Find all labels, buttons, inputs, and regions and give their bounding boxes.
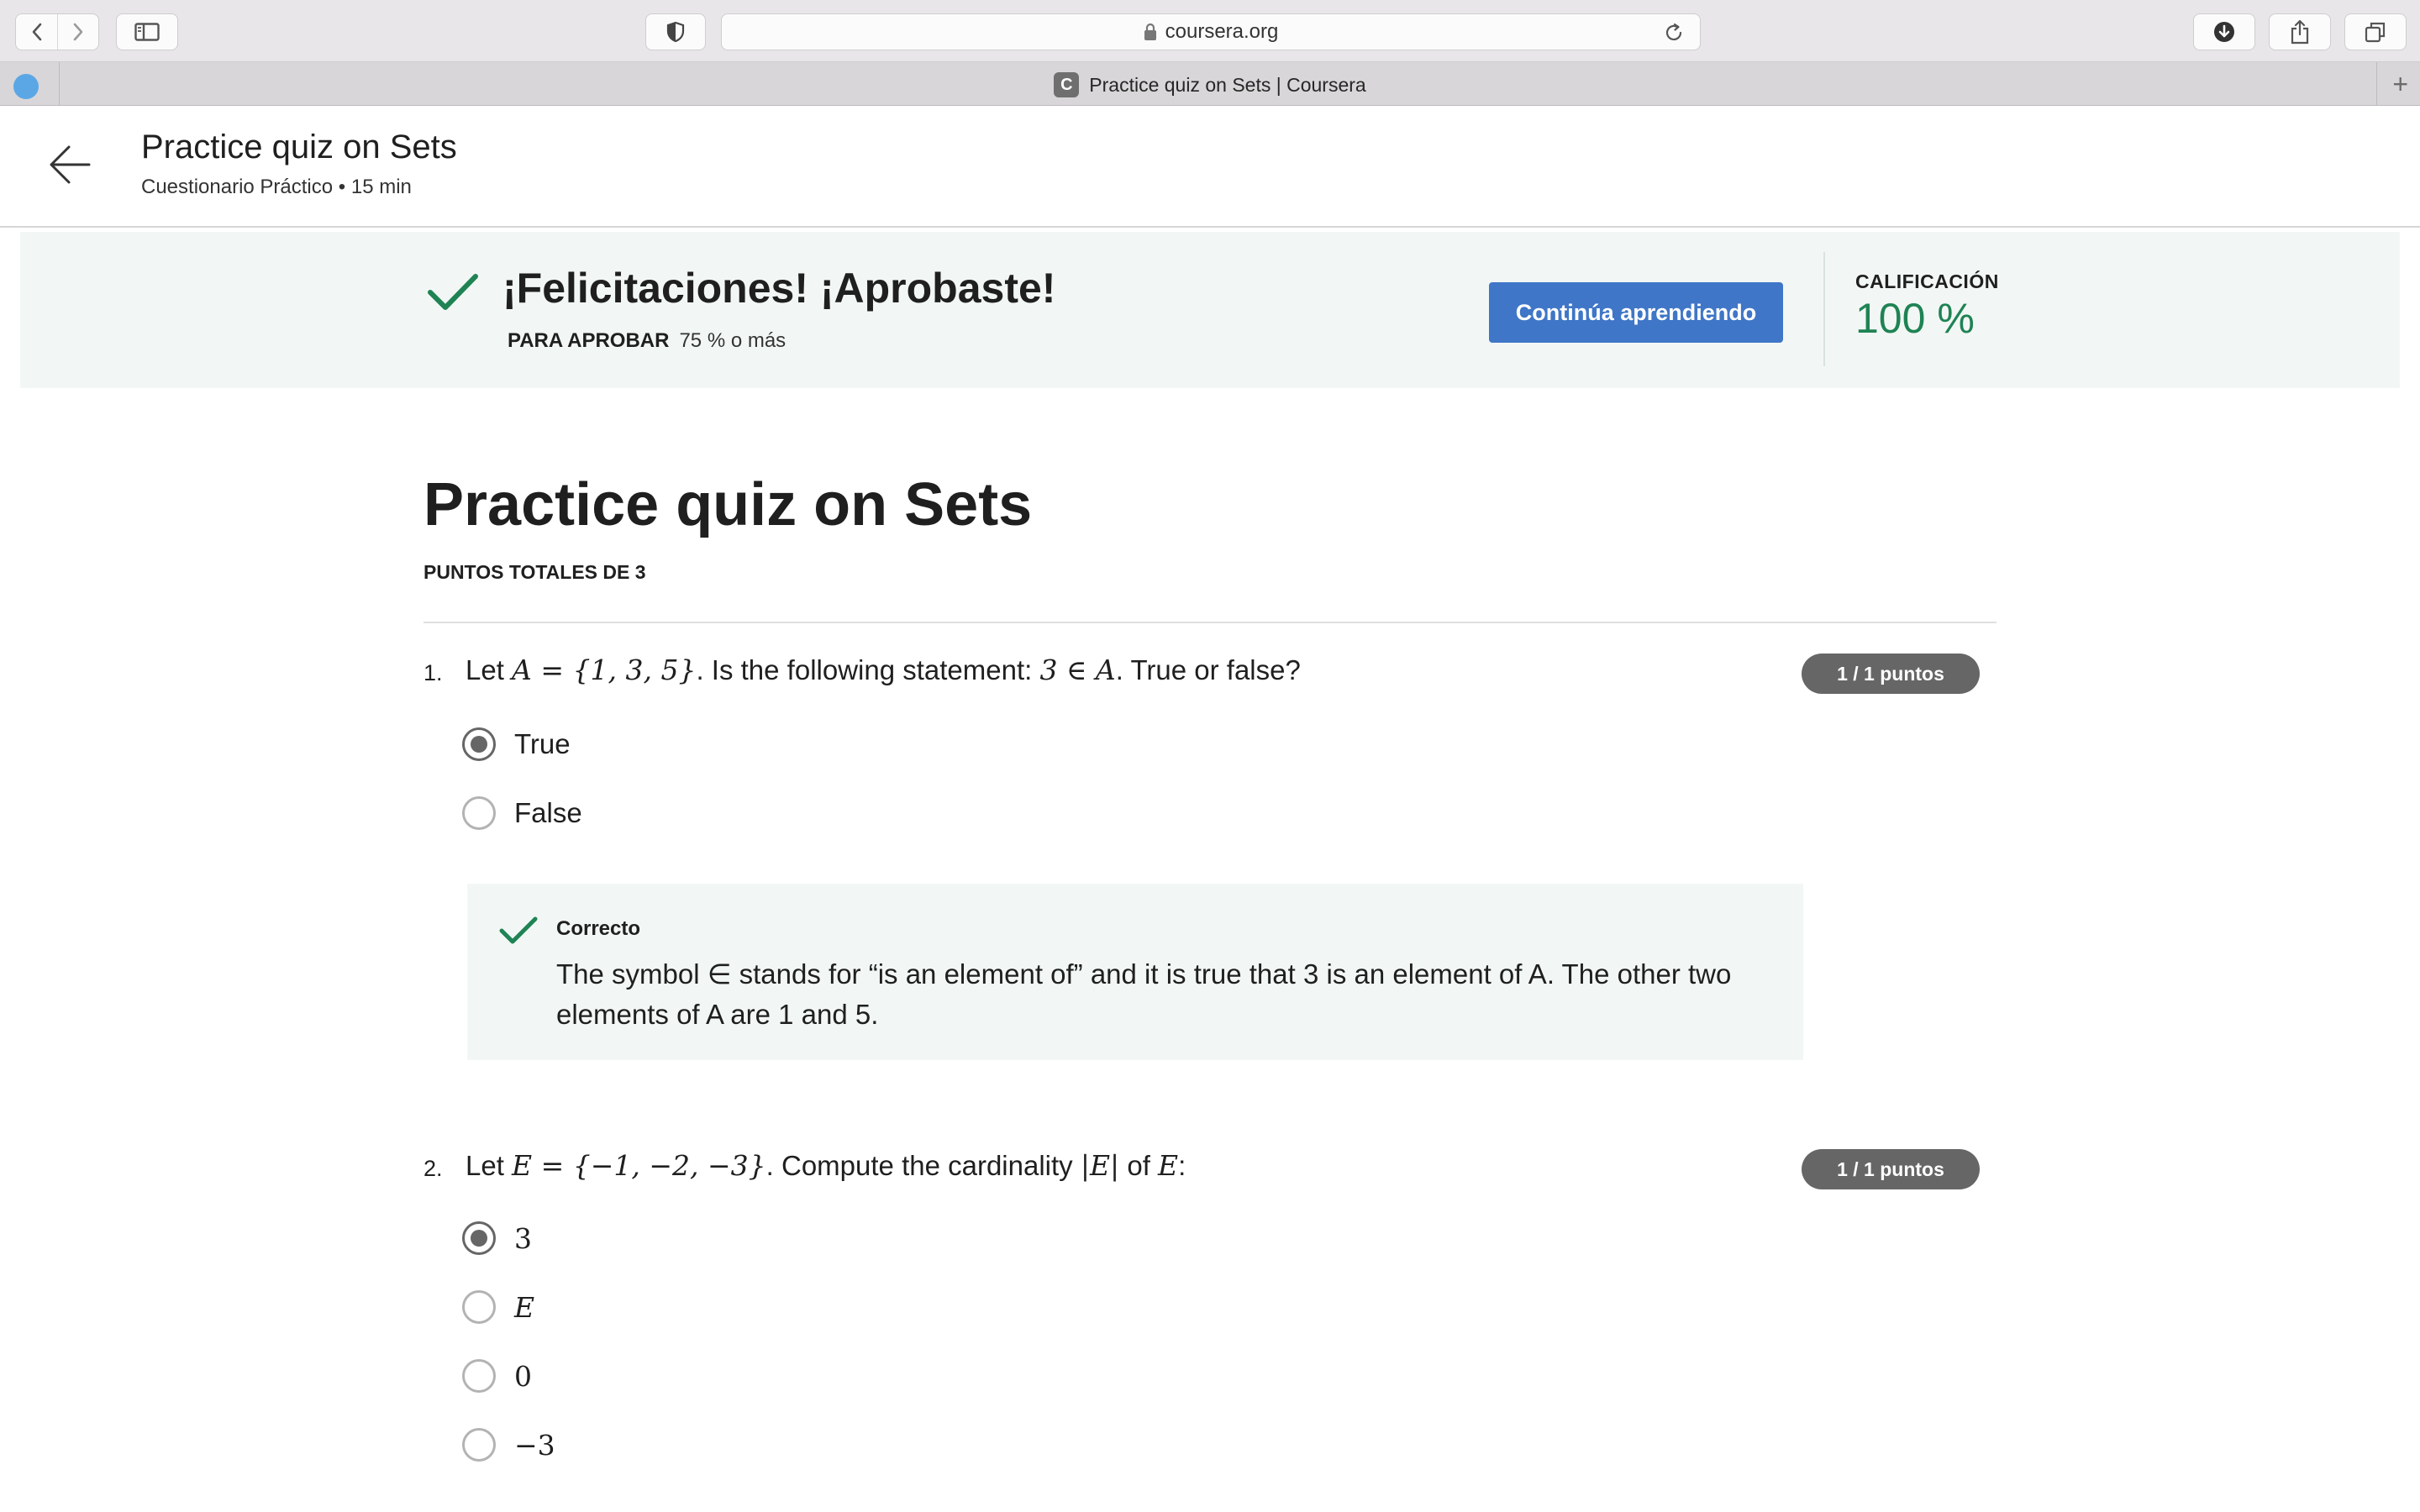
privacy-button[interactable] (645, 13, 706, 50)
option-label: −3 (514, 1428, 555, 1462)
option-label: False (514, 797, 582, 828)
answer-option[interactable]: 3 (462, 1220, 532, 1257)
question-number: 1. (424, 660, 443, 685)
radio-unselected[interactable] (462, 1428, 496, 1462)
option-label: 0 (514, 1359, 532, 1393)
tab-overview-button[interactable] (2344, 13, 2407, 50)
address-bar[interactable]: coursera.org (721, 13, 1701, 50)
math-expression: E = {−1, −2, −3} (512, 1149, 766, 1182)
radio-unselected[interactable] (462, 1290, 496, 1324)
share-icon (2291, 19, 2309, 45)
divider (424, 622, 1996, 623)
question-text: Let E = {−1, −2, −3}. Compute the cardin… (466, 1149, 1186, 1182)
option-label: E (514, 1290, 535, 1324)
feedback-box: Correcto The symbol ∈ stands for “is an … (467, 884, 1803, 1060)
arrow-left-icon[interactable] (47, 142, 92, 187)
radio-selected[interactable] (462, 1221, 496, 1255)
continue-learning-button[interactable]: Continúa aprendiendo (1489, 282, 1783, 343)
answer-option[interactable]: True (462, 726, 571, 763)
option-label: 3 (514, 1221, 532, 1255)
question-text-part: Let (466, 1150, 513, 1181)
sidebar-icon (134, 23, 160, 41)
feedback-text: The symbol ∈ stands for “is an element o… (556, 958, 1732, 1030)
divider (1823, 252, 1825, 366)
pass-title: ¡Felicitaciones! ¡Aprobaste! (502, 265, 1056, 312)
question-text-part: . Is the following statement: (696, 654, 1040, 685)
active-tab[interactable]: C Practice quiz on Sets | Coursera (0, 72, 2420, 97)
question-text-part: . Compute the cardinality (765, 1150, 1081, 1181)
tabs-overview-icon (2365, 22, 2386, 43)
pass-label: PARA APROBAR (508, 329, 670, 352)
answer-option[interactable]: −3 (462, 1426, 555, 1463)
share-button[interactable] (2269, 13, 2331, 50)
checkmark-icon (428, 274, 478, 310)
coursera-favicon-icon: C (1054, 72, 1080, 97)
grade-value: 100 % (1855, 295, 1975, 342)
url-text: coursera.org (1165, 20, 1279, 43)
question-text-part: Let (466, 654, 513, 685)
tab-separator (2376, 62, 2377, 106)
page-title: Practice quiz on Sets (141, 129, 457, 165)
question-number: 2. (424, 1156, 443, 1181)
score-badge: 1 / 1 puntos (1802, 654, 1980, 694)
question-text-part: : (1178, 1150, 1186, 1181)
course-header: Practice quiz on Sets Cuestionario Práct… (0, 107, 2420, 228)
chevron-left-icon (32, 23, 41, 41)
pass-banner: ¡Felicitaciones! ¡Aprobaste! PARA APROBA… (20, 232, 2400, 388)
forward-nav-button[interactable] (57, 14, 98, 50)
checkmark-icon (499, 916, 538, 944)
reload-icon[interactable] (1663, 22, 1685, 44)
radio-unselected[interactable] (462, 796, 496, 830)
question-text-part: of (1119, 1150, 1159, 1181)
new-tab-plus-icon[interactable]: + (2392, 71, 2408, 97)
page-subtitle: Cuestionario Práctico • 15 min (141, 176, 412, 198)
nav-buttons (15, 13, 99, 50)
downloads-button[interactable] (2193, 13, 2255, 50)
math-expression: A = {1, 3, 5} (512, 654, 697, 686)
feedback-title: Correcto (556, 917, 641, 940)
math-expression: |E| (1080, 1149, 1120, 1182)
chevron-right-icon (73, 23, 83, 41)
browser-toolbar: coursera.org (0, 0, 2420, 62)
score-badge: 1 / 1 puntos (1802, 1149, 1980, 1189)
grade-label: CALIFICACIÓN (1855, 270, 1999, 292)
quiz-title: Practice quiz on Sets (424, 471, 1033, 538)
answer-option[interactable]: 0 (462, 1357, 532, 1394)
question-text: Let A = {1, 3, 5}. Is the following stat… (466, 654, 1301, 686)
option-label: True (514, 728, 571, 759)
math-expression: E (1158, 1149, 1179, 1182)
privacy-shield-icon (666, 21, 685, 43)
answer-option[interactable]: E (462, 1289, 534, 1326)
sidebar-button[interactable] (116, 13, 178, 50)
pass-value: 75 % o más (679, 329, 786, 352)
math-expression: 3 ∈ A (1039, 654, 1116, 686)
pass-requirement: PARA APROBAR 75 % o más (508, 329, 786, 353)
tab-bar: C Practice quiz on Sets | Coursera + (0, 62, 2420, 106)
radio-unselected[interactable] (462, 1359, 496, 1393)
download-icon (2214, 22, 2234, 42)
total-points: PUNTOS TOTALES DE 3 (424, 561, 646, 583)
lock-icon (1144, 23, 1156, 40)
tab-title: Practice quiz on Sets | Coursera (1089, 73, 1366, 96)
answer-option[interactable]: False (462, 795, 582, 832)
back-nav-button[interactable] (16, 14, 57, 50)
radio-selected[interactable] (462, 727, 496, 761)
question-text-part: . True or false? (1115, 654, 1301, 685)
